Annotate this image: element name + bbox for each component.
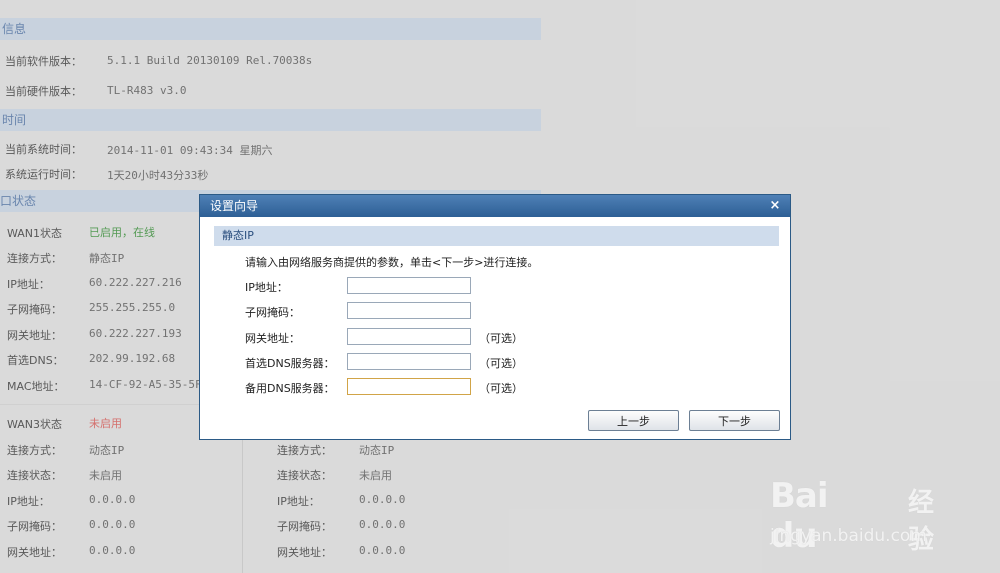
mask-field-label: 子网掩码：: [245, 306, 300, 319]
next-button[interactable]: 下一步: [689, 410, 780, 431]
dns1-input[interactable]: [347, 353, 471, 370]
dns1-field-label: 首选DNS服务器：: [245, 357, 335, 370]
dialog-instruction: 请输入由网络服务商提供的参数，单击<下一步>进行连接。: [245, 256, 539, 269]
gateway-input[interactable]: [347, 328, 471, 345]
dialog-subtitle-bar: 静态IP: [214, 226, 779, 246]
watermark-url: jingyan.baidu.com: [770, 526, 927, 546]
dns2-optional-hint: （可选）: [479, 382, 523, 395]
dns1-optional-hint: （可选）: [479, 357, 523, 370]
prev-button[interactable]: 上一步: [588, 410, 679, 431]
dialog-subtitle: 静态IP: [222, 229, 254, 242]
dns2-field-label: 备用DNS服务器：: [245, 382, 335, 395]
ip-field-label: IP地址：: [245, 281, 288, 294]
dns2-input[interactable]: [347, 378, 471, 395]
setup-wizard-dialog: 设置向导 × 静态IP 请输入由网络服务商提供的参数，单击<下一步>进行连接。 …: [199, 194, 791, 440]
gateway-field-label: 网关地址：: [245, 332, 300, 345]
gateway-optional-hint: （可选）: [479, 332, 523, 345]
close-icon[interactable]: ×: [768, 195, 782, 217]
dialog-title: 设置向导: [210, 199, 259, 213]
dialog-title-bar: 设置向导 ×: [200, 195, 790, 217]
mask-input[interactable]: [347, 302, 471, 319]
ip-input[interactable]: [347, 277, 471, 294]
